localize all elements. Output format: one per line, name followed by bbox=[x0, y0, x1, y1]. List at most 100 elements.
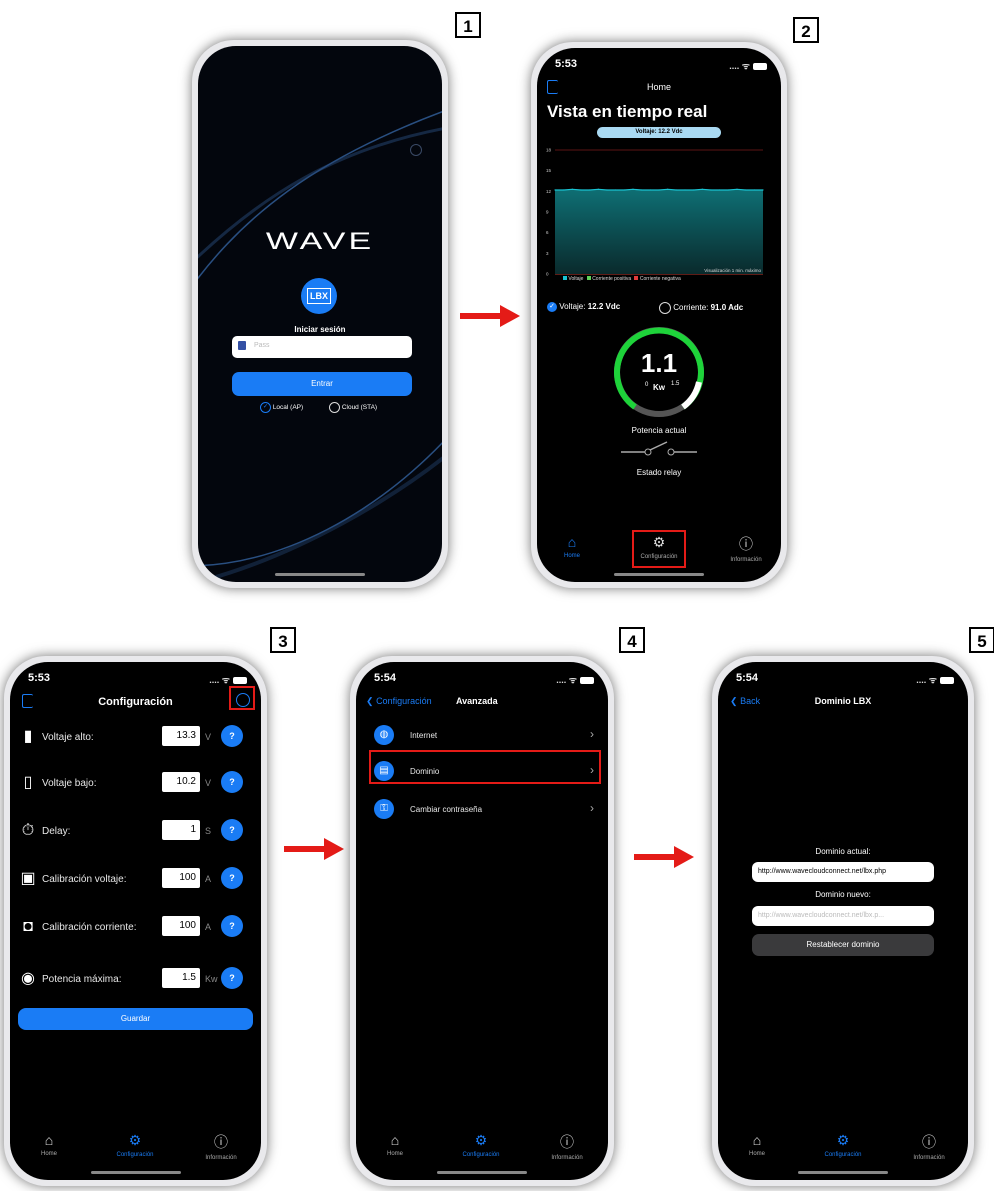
config-row-input[interactable]: 100 bbox=[162, 916, 200, 936]
checked-circle-icon: ✓ bbox=[547, 302, 557, 312]
voltage-point bbox=[580, 189, 582, 191]
house-icon: ⌂ bbox=[567, 534, 577, 550]
status-time: 5:53 bbox=[28, 672, 51, 684]
background-swoosh bbox=[198, 111, 442, 582]
step-label-5: 5 bbox=[969, 627, 994, 653]
gear-icon: ⚙ bbox=[128, 1132, 142, 1148]
tab-info[interactable]: ⓘ Información bbox=[532, 1132, 602, 1161]
help-button[interactable]: ? bbox=[221, 867, 243, 889]
wave-logo: WAVE bbox=[265, 227, 375, 255]
legend-swatch-positiva bbox=[586, 276, 591, 280]
voltage-point bbox=[641, 189, 643, 191]
config-row-input[interactable]: 1.5 bbox=[162, 968, 200, 988]
login-screen: WAVE LBX Iniciar sesión Pass Entrar ✓ Lo… bbox=[198, 46, 442, 582]
signal-wifi-battery-icon: .... ᯤ bbox=[916, 673, 954, 686]
legend-swatch-negativa bbox=[634, 276, 639, 280]
tab-info-label: Información bbox=[730, 557, 762, 563]
voltage-point bbox=[667, 188, 669, 190]
globe-icon: ◍ bbox=[374, 725, 394, 745]
voltage-point bbox=[589, 189, 591, 191]
mode-cloud-radio[interactable]: Cloud (STA) bbox=[329, 402, 377, 413]
home-screen: 5:53 .... ᯤ Home Vista en tiempo real Vo… bbox=[537, 48, 781, 582]
info-icon: ⓘ bbox=[560, 1134, 574, 1150]
voltage-point bbox=[649, 189, 651, 191]
tab-home[interactable]: ⌂ Home bbox=[722, 1132, 792, 1157]
tab-home-label: Home bbox=[40, 1151, 57, 1157]
voltage-area bbox=[555, 189, 763, 274]
readout-voltage[interactable]: ✓ Voltaje: 12.2 Vdc bbox=[547, 302, 620, 312]
y-tick-label: 15 bbox=[546, 168, 552, 173]
pass-field[interactable]: Pass bbox=[232, 336, 412, 358]
voltage-point bbox=[753, 189, 755, 191]
new-domain-input[interactable]: http://www.wavecloudconnect.net/lbx.p... bbox=[752, 906, 934, 926]
config-row-input[interactable]: 1 bbox=[162, 820, 200, 840]
reset-domain-button[interactable]: Restablecer dominio bbox=[752, 934, 934, 956]
voltage-point bbox=[675, 189, 677, 191]
page-heading: Vista en tiempo real bbox=[547, 102, 708, 121]
nav-title: Configuración bbox=[98, 696, 173, 708]
highlight-box bbox=[632, 530, 686, 568]
advanced-screen: 5:54 .... ᯤ ❮ Configuración Avanzada ◍ I… bbox=[356, 662, 608, 1180]
status-bar: 5:53 .... ᯤ bbox=[28, 672, 247, 688]
phone-domain: 5:54 .... ᯤ ❮ Back Dominio LBX Dominio a… bbox=[712, 656, 974, 1186]
help-button[interactable]: ? bbox=[221, 967, 243, 989]
status-bar: 5:53 .... ᯤ bbox=[555, 58, 767, 74]
menu-item-label: Cambiar contraseña bbox=[410, 805, 483, 814]
home-indicator bbox=[90, 1171, 181, 1174]
tab-home[interactable]: ⌂ Home bbox=[537, 534, 607, 559]
config-row: ⏱ Delay: 1 S ? bbox=[20, 818, 251, 844]
status-time: 5:53 bbox=[555, 58, 578, 70]
config-row-unit: V bbox=[205, 732, 212, 742]
menu-item-password[interactable]: ⚿ Cambiar contraseña › bbox=[366, 796, 598, 822]
y-tick-label: 9 bbox=[546, 210, 549, 215]
tab-config[interactable]: ⚙ Configuración bbox=[446, 1132, 516, 1158]
config-row-input[interactable]: 13.3 bbox=[162, 726, 200, 746]
gear-icon: ⚙ bbox=[474, 1132, 488, 1148]
phone-advanced: 5:54 .... ᯤ ❮ Configuración Avanzada ◍ I… bbox=[350, 656, 614, 1186]
save-button[interactable]: Guardar bbox=[18, 1008, 253, 1030]
tab-config[interactable]: ⚙ Configuración bbox=[808, 1132, 878, 1158]
gauge-label: Potencia actual bbox=[631, 426, 687, 435]
step-label-1: 1 bbox=[455, 12, 481, 38]
voltage-point bbox=[719, 189, 721, 191]
current-domain-field[interactable]: http://www.wavecloudconnect.net/lbx.php bbox=[752, 862, 934, 882]
voltage-pill: Voltaje: 12.2 Vdc bbox=[597, 127, 721, 138]
phone-login: WAVE LBX Iniciar sesión Pass Entrar ✓ Lo… bbox=[192, 40, 448, 588]
gauge-min: 0 bbox=[645, 382, 649, 388]
status-time: 5:54 bbox=[374, 672, 397, 684]
mode-local-radio[interactable]: ✓ Local (AP) bbox=[260, 402, 303, 413]
tab-info-label: Información bbox=[205, 1155, 237, 1161]
highlight-box bbox=[369, 750, 601, 784]
tab-home[interactable]: ⌂ Home bbox=[360, 1132, 430, 1157]
enter-button[interactable]: Entrar bbox=[232, 372, 412, 396]
menu-item-internet[interactable]: ◍ Internet › bbox=[366, 722, 598, 748]
step-label-4: 4 bbox=[619, 627, 645, 653]
home-indicator bbox=[437, 1171, 527, 1174]
tab-home[interactable]: ⌂ Home bbox=[14, 1132, 84, 1157]
voltage-point bbox=[727, 189, 729, 191]
y-tick-label: 3 bbox=[546, 251, 549, 256]
info-icon: ⓘ bbox=[922, 1134, 936, 1150]
voltage-point bbox=[554, 189, 556, 191]
legend-label-voltaje: Voltaje bbox=[568, 276, 584, 282]
help-button[interactable]: ? bbox=[221, 819, 243, 841]
tab-info[interactable]: ⓘ Información bbox=[894, 1132, 964, 1161]
help-button[interactable]: ? bbox=[221, 725, 243, 747]
config-row-input[interactable]: 100 bbox=[162, 868, 200, 888]
settings-clock-icon[interactable] bbox=[410, 144, 422, 156]
tab-config[interactable]: ⚙ Configuración bbox=[100, 1132, 170, 1158]
tab-config-label: Configuración bbox=[116, 1152, 154, 1158]
tab-info[interactable]: ⓘ Información bbox=[186, 1132, 256, 1161]
legend-swatch-voltaje bbox=[563, 276, 567, 280]
back-button[interactable]: ❮ Configuración bbox=[366, 696, 432, 707]
y-tick-label: 12 bbox=[546, 189, 552, 194]
voltage-point bbox=[615, 189, 617, 191]
tab-info[interactable]: ⓘ Información bbox=[711, 534, 781, 563]
config-row-input[interactable]: 10.2 bbox=[162, 772, 200, 792]
voltage-point bbox=[762, 189, 764, 191]
highlight-box bbox=[229, 686, 255, 710]
help-button[interactable]: ? bbox=[221, 771, 243, 793]
readout-current[interactable]: Corriente: 91.0 Adc bbox=[659, 302, 743, 314]
help-button[interactable]: ? bbox=[221, 915, 243, 937]
radio-circle-icon bbox=[329, 402, 340, 413]
